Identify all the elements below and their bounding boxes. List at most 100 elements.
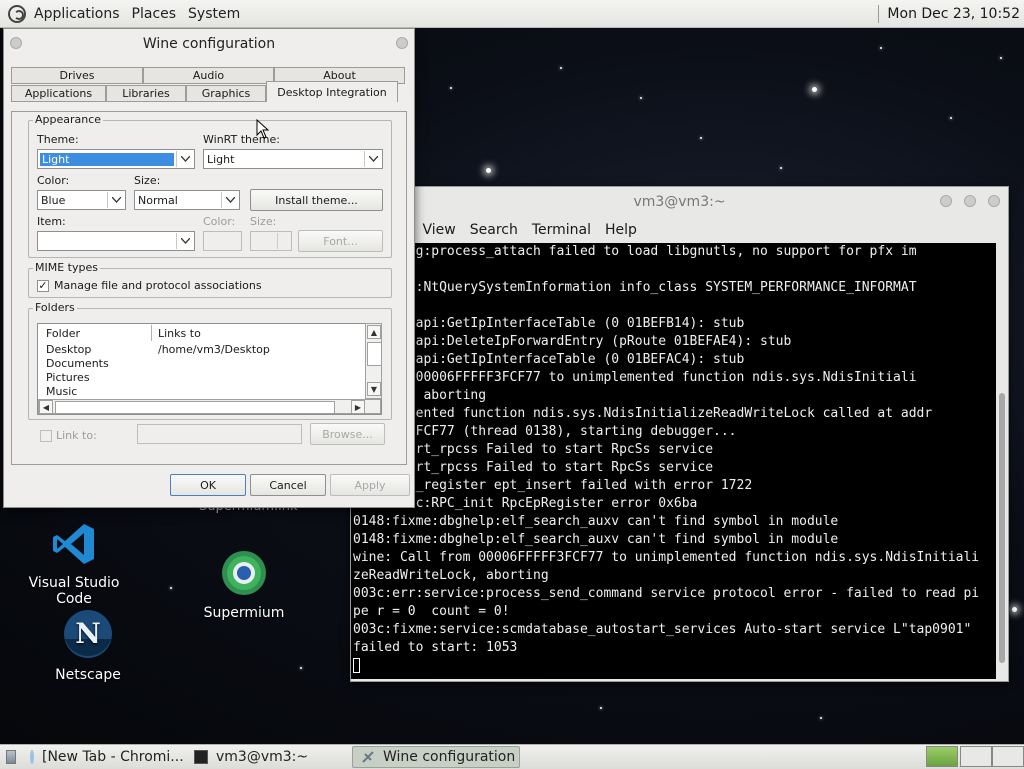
desktop-icon-supermium[interactable]: Supermium: [184, 549, 304, 621]
item-size-spinner[interactable]: [250, 231, 292, 251]
list-item[interactable]: Pictures: [46, 371, 90, 384]
link-to-checkbox[interactable]: [40, 430, 52, 442]
tab-graphics[interactable]: Graphics: [186, 85, 266, 102]
menu-view[interactable]: View: [423, 222, 456, 238]
scrollbar-thumb[interactable]: [55, 401, 335, 414]
terminal-line: :ole:start_rpcss Failed to start RpcSs s…: [353, 460, 714, 475]
color-label: Color:: [37, 174, 70, 187]
browse-button[interactable]: Browse...: [310, 423, 385, 445]
desktop-icon-vscode[interactable]: Visual Studio Code: [14, 521, 134, 607]
scroll-right-icon[interactable]: ▶: [351, 400, 365, 414]
ok-button[interactable]: OK: [170, 474, 246, 496]
folders-group: Folders Folder Links to Desktop /home/vm…: [28, 301, 392, 420]
taskbar-label: [New Tab - Chromi...: [42, 749, 184, 765]
terminal-line: 06FFFFF3FCF77 (thread 0138), starting de…: [353, 424, 737, 439]
taskbar-item-terminal[interactable]: vm3@vm3:~: [186, 746, 350, 768]
window-menu-icon[interactable]: [10, 37, 22, 49]
star: [170, 587, 172, 589]
clock[interactable]: Mon Dec 23, 10:52: [887, 6, 1020, 22]
star: [560, 67, 562, 69]
terminal-icon: [194, 750, 208, 764]
terminal-output[interactable]: :winediag:process_attach failed to load …: [351, 243, 996, 679]
winrt-theme-select[interactable]: Light: [203, 149, 383, 169]
link-to-field[interactable]: [137, 424, 302, 444]
taskbar-label: vm3@vm3:~: [216, 749, 309, 765]
terminal-titlebar[interactable]: vm3@vm3:~: [351, 187, 1008, 217]
star: [880, 47, 882, 49]
terminal-line: 0148:fixme:dbghelp:elf_search_auxv can't…: [353, 514, 839, 529]
chevron-down-icon[interactable]: [221, 192, 238, 208]
wine-config-dialog[interactable]: Wine configuration Drives Audio About Ap…: [3, 28, 415, 508]
column-header-folder[interactable]: Folder: [46, 327, 80, 340]
workspace-1[interactable]: [926, 746, 958, 767]
system-menu[interactable]: System: [182, 6, 246, 22]
star: [640, 97, 642, 99]
terminal-scrollbar[interactable]: [996, 243, 1008, 679]
taskbar-item-wine[interactable]: Wine configuration: [352, 746, 520, 768]
chromium-icon: [30, 750, 34, 764]
terminal-line: pe r = 0 count = 0!: [353, 604, 510, 619]
horizontal-scrollbar[interactable]: ◀ ▶: [38, 399, 381, 414]
close-icon[interactable]: [396, 37, 408, 49]
places-menu[interactable]: Places: [126, 6, 183, 22]
list-item[interactable]: Desktop: [46, 343, 91, 356]
taskbar-item-chromium[interactable]: [New Tab - Chromi...: [22, 746, 186, 768]
vertical-scrollbar[interactable]: ▲ ▼: [365, 323, 382, 399]
tab-applications[interactable]: Applications: [11, 85, 106, 102]
terminal-line: me:ntdll:NtQuerySystemInformation info_c…: [353, 280, 917, 295]
menu-search[interactable]: Search: [470, 222, 518, 238]
terminal-line: iteLock, aborting: [353, 388, 487, 403]
folders-list[interactable]: Folder Links to Desktop /home/vm3/Deskto…: [37, 323, 382, 415]
scrollbar-thumb[interactable]: [367, 342, 382, 366]
netscape-icon: N: [64, 610, 112, 658]
terminal-window[interactable]: vm3@vm3:~ t View Search Terminal Help :w…: [350, 186, 1009, 682]
chevron-down-icon[interactable]: [176, 151, 193, 167]
close-icon[interactable]: [988, 195, 1000, 207]
maximize-icon[interactable]: [964, 195, 976, 207]
manage-associations-checkbox[interactable]: ✓: [37, 280, 49, 292]
scroll-down-icon[interactable]: ▼: [367, 382, 381, 396]
desktop-icon-netscape[interactable]: N Netscape: [28, 609, 148, 683]
terminal-line: 003c:err:service:process_send_command se…: [353, 586, 980, 601]
manage-associations-label: Manage file and protocol associations: [54, 279, 262, 292]
wine-titlebar[interactable]: Wine configuration: [4, 29, 414, 59]
column-header-links[interactable]: Links to: [158, 327, 201, 340]
workspace-2[interactable]: [960, 746, 992, 767]
theme-label: Theme:: [37, 133, 79, 146]
list-item[interactable]: Documents: [46, 357, 109, 370]
tab-drives[interactable]: Drives: [11, 67, 143, 84]
distro-logo-icon[interactable]: [8, 4, 26, 23]
workspace-3[interactable]: [992, 746, 1024, 767]
item-color-field[interactable]: [203, 231, 242, 251]
list-item[interactable]: Music: [46, 385, 77, 398]
chevron-down-icon[interactable]: [364, 151, 381, 167]
menu-terminal[interactable]: Terminal: [532, 222, 591, 238]
scrollbar-thumb[interactable]: [999, 393, 1005, 663]
star: [950, 117, 952, 119]
show-desktop-icon[interactable]: [6, 750, 16, 764]
item-label: Item:: [37, 215, 66, 228]
apply-button[interactable]: Apply: [330, 474, 410, 496]
chevron-down-icon[interactable]: [176, 233, 193, 249]
terminal-menubar: t View Search Terminal Help: [351, 217, 1008, 243]
tab-desktop-integration[interactable]: Desktop Integration: [266, 81, 398, 102]
item-select[interactable]: [37, 231, 195, 251]
font-button[interactable]: Font...: [298, 230, 383, 252]
color-select[interactable]: Blue: [37, 190, 126, 210]
chevron-down-icon[interactable]: [107, 192, 124, 208]
scroll-up-icon[interactable]: ▲: [367, 325, 381, 339]
tab-audio[interactable]: Audio: [143, 67, 274, 84]
panel-separator: [878, 4, 880, 23]
theme-select[interactable]: Light: [37, 149, 195, 169]
size-select[interactable]: Normal: [134, 190, 240, 210]
cancel-button[interactable]: Cancel: [250, 474, 326, 496]
menu-help[interactable]: Help: [605, 222, 637, 238]
scroll-left-icon[interactable]: ◀: [39, 400, 53, 414]
tab-libraries[interactable]: Libraries: [106, 85, 186, 102]
minimize-icon[interactable]: [940, 195, 952, 207]
install-theme-button[interactable]: Install theme...: [250, 189, 383, 211]
group-label: MIME types: [33, 261, 100, 274]
spinner-arrows-icon[interactable]: [277, 233, 290, 249]
applications-menu[interactable]: Applications: [28, 6, 126, 22]
